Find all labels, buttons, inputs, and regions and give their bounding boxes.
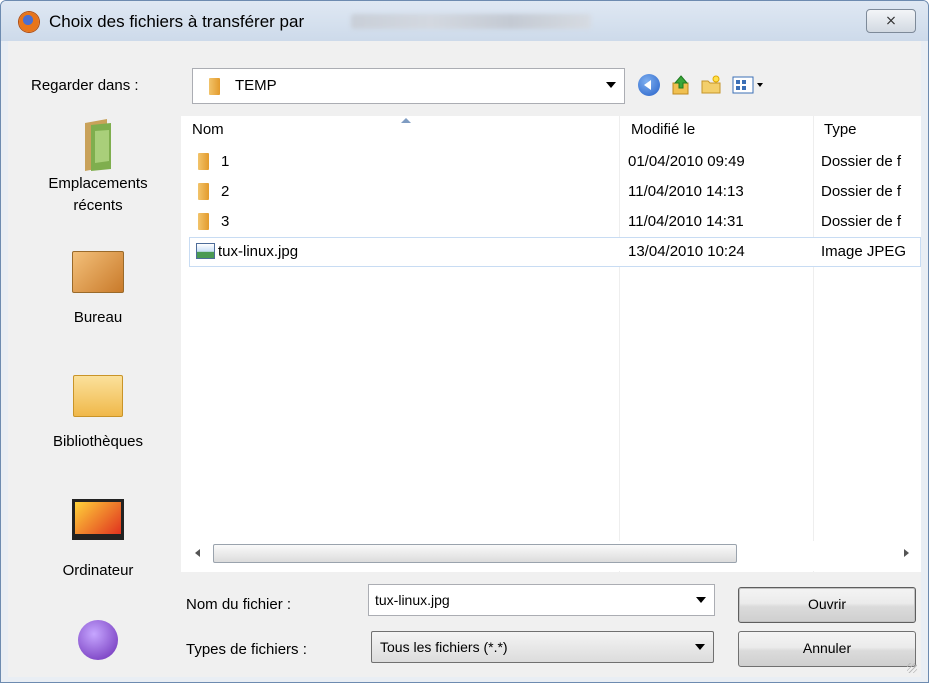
horizontal-scrollbar[interactable] xyxy=(181,541,921,571)
list-item[interactable]: 1 01/04/2010 09:49 Dossier de f xyxy=(191,148,921,176)
file-modified: 13/04/2010 10:24 xyxy=(628,243,745,260)
file-list[interactable]: Nom Modifié le Type 1 01/04/2010 09:49 D… xyxy=(181,116,921,572)
new-folder-icon[interactable] xyxy=(700,74,722,96)
place-libraries[interactable]: Bibliothèques xyxy=(33,375,163,453)
chevron-down-icon[interactable] xyxy=(696,597,706,603)
file-dialog-window: Choix des fichiers à transférer par ⨯ Re… xyxy=(0,0,929,683)
look-in-value: TEMP xyxy=(235,77,277,94)
place-computer[interactable]: Ordinateur xyxy=(33,499,163,582)
filetype-value: Tous les fichiers (*.*) xyxy=(380,639,508,655)
file-name: tux-linux.jpg xyxy=(218,243,299,260)
place-label: Bibliothèques xyxy=(52,433,144,450)
list-item-selected[interactable]: tux-linux.jpg 13/04/2010 10:24 Image JPE… xyxy=(189,237,921,267)
look-in-label: Regarder dans : xyxy=(31,77,139,94)
file-type: Dossier de f xyxy=(821,183,902,200)
network-icon xyxy=(78,620,118,660)
file-modified: 11/04/2010 14:13 xyxy=(628,183,744,200)
chevron-down-icon[interactable] xyxy=(606,82,616,88)
dialog-body: Regarder dans : TEMP Emplacements récent… xyxy=(8,41,921,677)
folder-icon xyxy=(198,213,209,230)
scrollbar-thumb[interactable] xyxy=(213,544,737,563)
place-recent[interactable]: Emplacements récents xyxy=(33,117,163,217)
resize-grip[interactable] xyxy=(907,663,917,673)
folder-icon xyxy=(198,183,209,200)
chevron-down-icon[interactable] xyxy=(695,644,705,650)
place-desktop[interactable]: Bureau xyxy=(33,251,163,329)
list-item[interactable]: 3 11/04/2010 14:31 Dossier de f xyxy=(191,208,921,236)
recent-places-icon xyxy=(85,119,111,171)
list-item[interactable]: 2 11/04/2010 14:13 Dossier de f xyxy=(191,178,921,206)
place-label: Emplacements récents xyxy=(48,175,148,214)
filename-label: Nom du fichier : xyxy=(186,596,292,613)
folder-icon xyxy=(209,78,220,95)
window-title: Choix des fichiers à transférer par xyxy=(49,12,305,31)
filetype-dropdown[interactable]: Tous les fichiers (*.*) xyxy=(371,631,714,663)
open-button[interactable]: Ouvrir xyxy=(738,587,916,623)
file-modified: 11/04/2010 14:31 xyxy=(628,213,744,230)
desktop-icon xyxy=(72,251,124,293)
filename-input[interactable]: tux-linux.jpg xyxy=(368,584,715,616)
file-type: Image JPEG xyxy=(821,243,907,260)
scroll-left-icon[interactable] xyxy=(195,549,200,557)
firefox-icon xyxy=(19,12,39,32)
filename-value: tux-linux.jpg xyxy=(375,592,450,608)
file-name: 2 xyxy=(221,183,230,200)
folder-icon xyxy=(198,153,209,170)
place-label: Ordinateur xyxy=(62,562,134,579)
sort-ascending-icon xyxy=(401,118,411,123)
filetype-label: Types de fichiers : xyxy=(186,641,307,658)
look-in-dropdown[interactable]: TEMP xyxy=(192,68,625,104)
places-bar: Emplacements récents Bureau Bibliothèque… xyxy=(33,117,163,677)
close-button[interactable]: ⨯ xyxy=(866,9,916,33)
place-label: Bureau xyxy=(73,309,123,326)
place-network[interactable] xyxy=(33,620,163,660)
column-header-type[interactable]: Type xyxy=(824,121,857,138)
file-type: Dossier de f xyxy=(821,213,902,230)
file-modified: 01/04/2010 09:49 xyxy=(628,153,745,170)
up-folder-icon[interactable] xyxy=(670,74,692,96)
blurred-site-name xyxy=(351,14,591,29)
computer-icon xyxy=(72,499,124,540)
title-bar: Choix des fichiers à transférer par ⨯ xyxy=(1,1,928,41)
file-name: 1 xyxy=(221,153,230,170)
column-header-modified[interactable]: Modifié le xyxy=(631,121,695,138)
libraries-icon xyxy=(73,375,123,417)
scroll-right-icon[interactable] xyxy=(904,549,909,557)
file-name: 3 xyxy=(221,213,230,230)
cancel-button[interactable]: Annuler xyxy=(738,631,916,667)
views-menu-icon[interactable] xyxy=(732,74,766,96)
file-type: Dossier de f xyxy=(821,153,902,170)
column-header-name[interactable]: Nom xyxy=(192,121,224,138)
back-icon[interactable] xyxy=(638,74,660,96)
image-file-icon xyxy=(196,243,215,259)
